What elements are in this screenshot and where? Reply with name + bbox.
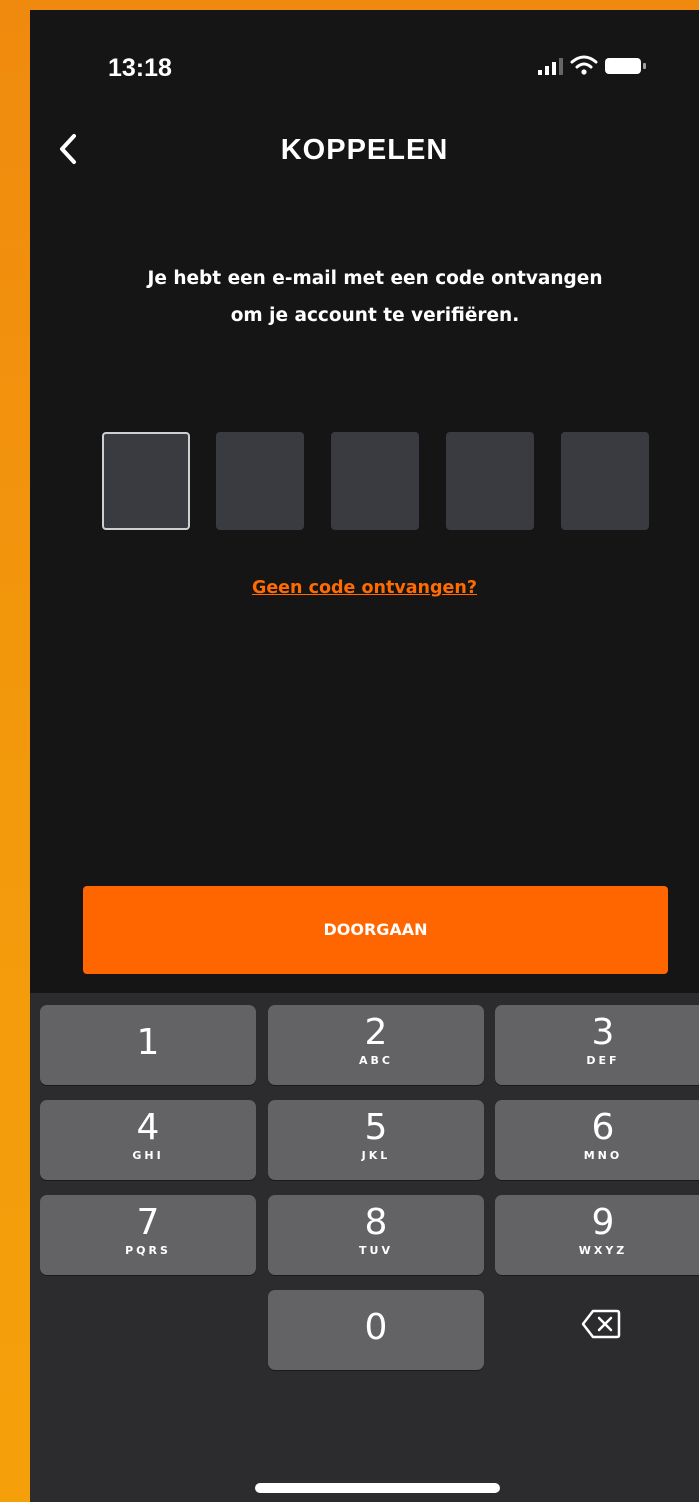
key-letters: DEF — [586, 1054, 620, 1067]
key-digit: 9 — [591, 1202, 615, 1243]
key-9[interactable]: 9 WXYZ — [495, 1195, 699, 1275]
resend-code-link[interactable]: Geen code ontvangen? — [30, 578, 699, 598]
instruction-text: Je hebt een e-mail met een code ontvange… — [60, 260, 690, 334]
code-digit-4-input[interactable] — [446, 432, 534, 530]
code-digit-2-input[interactable] — [216, 432, 304, 530]
home-indicator — [255, 1483, 500, 1493]
key-digit: 4 — [136, 1107, 160, 1148]
code-digit-3-input[interactable] — [331, 432, 419, 530]
app-screen: 13:18 KOPPELEN Je hebt een e-mail met ee… — [30, 10, 699, 1502]
signal-icon — [538, 58, 563, 75]
key-letters: PQRS — [125, 1244, 171, 1257]
delete-key[interactable] — [581, 1307, 621, 1341]
key-1[interactable]: 1 — [40, 1005, 256, 1085]
key-digit: 5 — [364, 1107, 388, 1148]
key-digit: 6 — [591, 1107, 615, 1148]
key-5[interactable]: 5 JKL — [268, 1100, 484, 1180]
instruction-line-2: om je account te verifiëren. — [230, 305, 520, 326]
key-letters: WXYZ — [578, 1244, 628, 1257]
code-digit-5-input[interactable] — [561, 432, 649, 530]
wifi-icon — [570, 55, 598, 75]
key-8[interactable]: 8 TUV — [268, 1195, 484, 1275]
code-digit-1-input[interactable] — [102, 432, 190, 530]
key-digit: 2 — [364, 1012, 388, 1053]
key-6[interactable]: 6 MNO — [495, 1100, 699, 1180]
page-title: KOPPELEN — [280, 134, 449, 166]
instruction-line-1: Je hebt een e-mail met een code ontvange… — [147, 268, 603, 289]
status-time: 13:18 — [108, 54, 172, 82]
key-0[interactable]: 0 — [268, 1290, 484, 1370]
key-digit: 1 — [136, 1022, 160, 1063]
key-digit: 8 — [364, 1202, 388, 1243]
key-7[interactable]: 7 PQRS — [40, 1195, 256, 1275]
key-letters: ABC — [359, 1054, 393, 1067]
key-letters: JKL — [361, 1149, 391, 1162]
backspace-icon — [581, 1309, 621, 1339]
key-2[interactable]: 2 ABC — [268, 1005, 484, 1085]
key-4[interactable]: 4 GHI — [40, 1100, 256, 1180]
battery-icon — [605, 58, 646, 74]
key-letters: MNO — [583, 1149, 623, 1162]
key-letters: GHI — [132, 1149, 164, 1162]
key-digit: 7 — [136, 1202, 160, 1243]
key-digit: 0 — [364, 1307, 388, 1348]
key-digit: 3 — [591, 1012, 615, 1053]
key-3[interactable]: 3 DEF — [495, 1005, 699, 1085]
continue-button[interactable]: DOORGAAN — [83, 886, 668, 974]
key-letters: TUV — [359, 1244, 393, 1257]
